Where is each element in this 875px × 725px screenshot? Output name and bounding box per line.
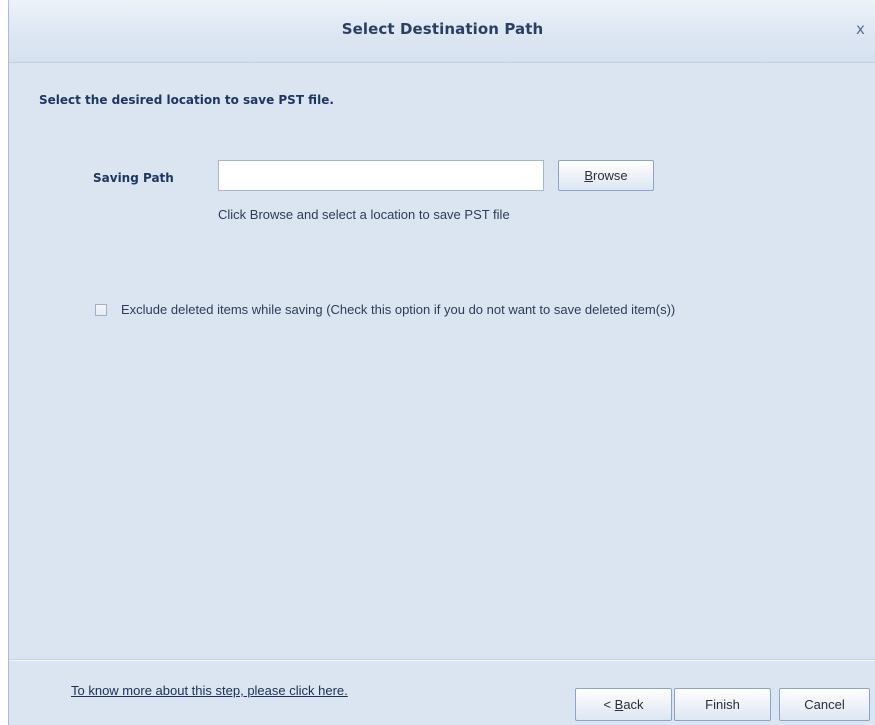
- browse-hint-text: Click Browse and select a location to sa…: [218, 207, 510, 222]
- back-button[interactable]: < Back: [575, 688, 672, 721]
- help-link[interactable]: To know more about this step, please cli…: [71, 683, 348, 698]
- dialog-title: Select Destination Path: [341, 20, 544, 38]
- title-bar: Select Destination Path x: [9, 0, 875, 63]
- cancel-button[interactable]: Cancel: [779, 688, 870, 721]
- exclude-deleted-label[interactable]: Exclude deleted items while saving (Chec…: [121, 302, 675, 317]
- saving-path-label: Saving Path: [93, 171, 174, 185]
- back-button-prefix: <: [603, 697, 615, 712]
- footer-divider: [9, 659, 875, 661]
- saving-path-input[interactable]: [218, 160, 544, 191]
- back-button-label: ack: [623, 697, 644, 712]
- browse-button-mnemonic: B: [584, 168, 593, 183]
- instruction-text: Select the desired location to save PST …: [39, 93, 334, 107]
- finish-button[interactable]: Finish: [674, 688, 771, 721]
- dialog-window: Select Destination Path x Select the des…: [8, 0, 875, 725]
- close-icon[interactable]: x: [856, 18, 875, 40]
- exclude-deleted-checkbox[interactable]: [95, 304, 107, 316]
- browse-button[interactable]: Browse: [558, 160, 654, 191]
- browse-button-label: rowse: [592, 168, 628, 183]
